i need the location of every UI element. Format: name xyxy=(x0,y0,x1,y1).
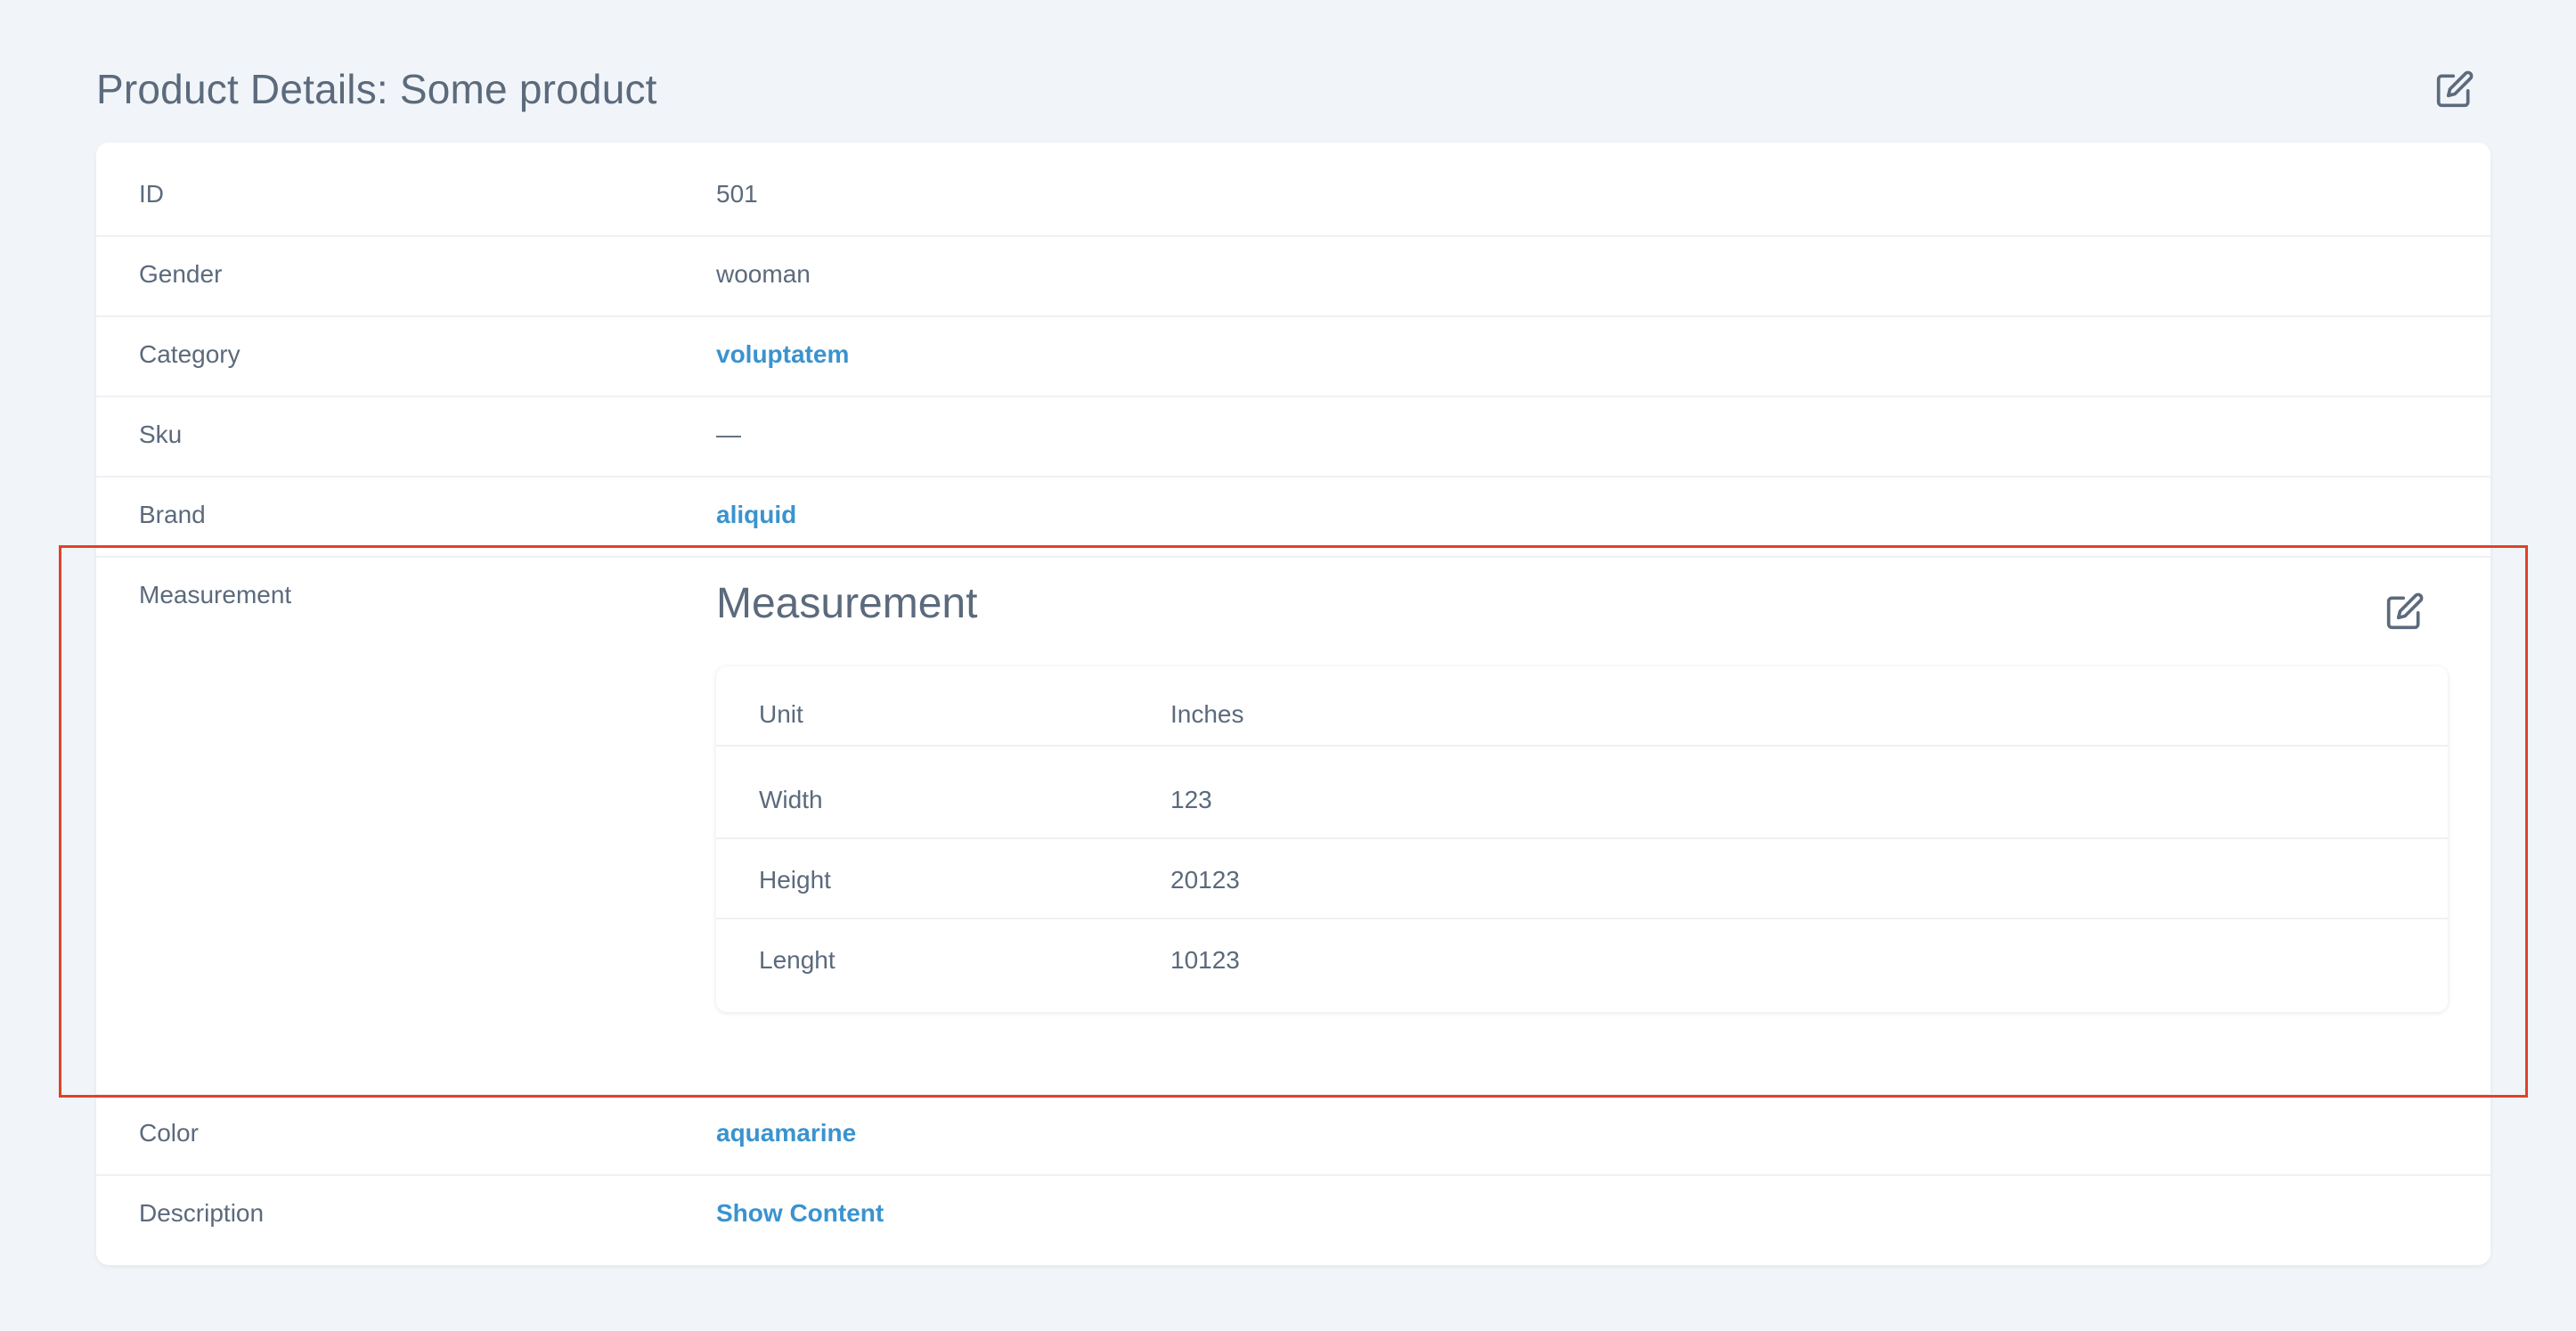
detail-label: Category xyxy=(139,340,240,368)
measurement-row-height: Height 20123 xyxy=(716,839,2448,919)
detail-value: — xyxy=(716,421,741,448)
page: Product Details: Some product ID 501 Gen… xyxy=(0,0,2576,1331)
detail-label: Sku xyxy=(139,421,183,448)
detail-label: Gender xyxy=(139,260,223,288)
color-link[interactable]: aquamarine xyxy=(716,1119,856,1147)
edit-measurement-button[interactable] xyxy=(2380,586,2430,636)
measurement-row-unit: Unit Inches xyxy=(716,666,2448,747)
detail-label: Measurement xyxy=(139,581,292,608)
measurement-label: Lenght xyxy=(759,946,836,974)
page-header: Product Details: Some product xyxy=(96,53,2480,125)
detail-row-category: Category voluptatem xyxy=(96,317,2490,397)
measurement-value: 10123 xyxy=(1170,946,1240,974)
edit-product-button[interactable] xyxy=(2430,64,2480,114)
measurement-value: Inches xyxy=(1170,700,1244,728)
measurement-row-length: Lenght 10123 xyxy=(716,919,2448,1000)
detail-value: 501 xyxy=(716,180,758,208)
detail-row-gender: Gender wooman xyxy=(96,237,2490,317)
detail-row-description: Description Show Content xyxy=(96,1176,2490,1265)
detail-row-brand: Brand aliquid xyxy=(96,478,2490,558)
detail-label: Description xyxy=(139,1199,265,1227)
measurement-value: 123 xyxy=(1170,786,1212,813)
edit-icon xyxy=(2436,70,2474,108)
detail-row-color: Color aquamarine xyxy=(96,1096,2490,1176)
brand-link[interactable]: aliquid xyxy=(716,501,796,529)
edit-icon xyxy=(2386,592,2424,630)
measurement-row-width: Width 123 xyxy=(716,759,2448,839)
detail-row-id: ID 501 xyxy=(96,143,2490,237)
measurement-value: 20123 xyxy=(1170,866,1240,894)
detail-value: wooman xyxy=(716,260,811,288)
detail-row-sku: Sku — xyxy=(96,397,2490,478)
detail-label: Brand xyxy=(139,501,206,528)
show-content-link[interactable]: Show Content xyxy=(716,1199,884,1228)
page-title: Product Details: Some product xyxy=(96,66,657,112)
detail-label: Color xyxy=(139,1119,199,1147)
measurement-title: Measurement xyxy=(716,580,978,627)
category-link[interactable]: voluptatem xyxy=(716,340,849,369)
measurement-card: Unit Inches Width 123 Height 20123 Lengh… xyxy=(716,666,2448,1012)
detail-label: ID xyxy=(139,180,164,208)
measurement-label: Unit xyxy=(759,700,803,728)
measurement-label: Width xyxy=(759,786,823,813)
measurement-label: Height xyxy=(759,866,831,894)
